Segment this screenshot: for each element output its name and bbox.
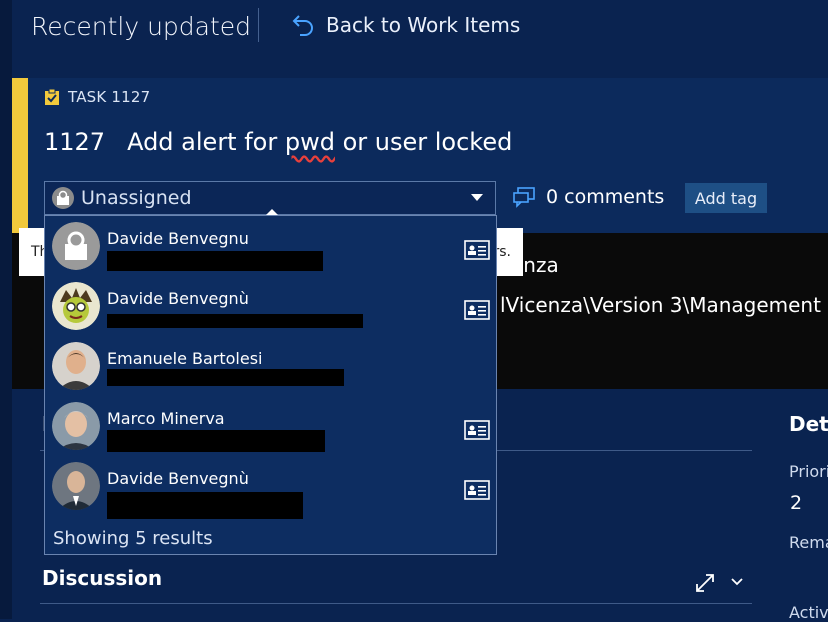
task-clipboard-icon [45, 88, 59, 105]
comments-count: 0 comments [546, 186, 665, 208]
priority-value[interactable]: 2 [790, 492, 802, 514]
cartoon-avatar [52, 282, 100, 330]
assigned-to-value: Unassigned [81, 187, 192, 209]
activity-label: Activ [789, 603, 828, 622]
results-count: Showing 5 results [53, 528, 213, 549]
page-title: Recently updated [31, 12, 252, 41]
contact-card-icon[interactable] [464, 480, 490, 500]
result-name: Emanuele Bartolesi [107, 349, 263, 368]
comments-icon [513, 187, 535, 208]
expand-icon[interactable] [694, 572, 716, 594]
discussion-divider [40, 603, 752, 604]
dropdown-result-item[interactable]: Marco Minerva [45, 396, 496, 456]
details-heading: Det [789, 412, 828, 436]
result-name: Davide Benvegnù [107, 469, 249, 488]
photo-avatar [52, 462, 100, 510]
assign-to-dropdown: Davide Benvegnu Davide Benvegnù Emanuele… [44, 215, 497, 555]
contact-card-icon[interactable] [464, 420, 490, 440]
work-item-type-label: TASK 1127 [68, 88, 151, 106]
chevron-down-icon[interactable] [730, 575, 744, 589]
comments-link[interactable]: 0 comments [512, 186, 664, 208]
contact-card-icon[interactable] [464, 240, 490, 260]
back-link-label: Back to Work Items [326, 13, 521, 37]
work-item-id: 1127 [44, 128, 106, 156]
back-to-work-items-link[interactable]: Back to Work Items [290, 12, 520, 38]
redacted-email [107, 314, 363, 328]
priority-label: Priori [789, 462, 828, 481]
redacted-email [107, 251, 323, 271]
redacted-email [107, 430, 325, 452]
dropdown-result-item[interactable]: Emanuele Bartolesi [45, 336, 496, 396]
discussion-heading: Discussion [42, 566, 163, 590]
dropdown-result-item[interactable]: Davide Benvegnù [45, 456, 496, 519]
add-tag-button[interactable]: Add tag [685, 183, 767, 213]
work-item-type: TASK 1127 [44, 88, 150, 106]
header-divider [258, 8, 259, 42]
left-gutter [0, 0, 12, 619]
photo-avatar [52, 342, 100, 390]
work-item-title[interactable]: 1127 Add alert for pwd or user locked [44, 128, 512, 156]
generic-user-icon [52, 222, 100, 270]
task-color-bar [12, 78, 28, 233]
spellcheck-flagged-word: pwd [284, 128, 335, 156]
work-item-title-text: Add alert for pwd or user locked [127, 128, 513, 156]
redacted-email [107, 369, 344, 386]
contact-card-icon[interactable] [464, 300, 490, 320]
unassigned-user-icon [52, 187, 74, 209]
redacted-email [107, 492, 303, 519]
back-arrow-icon [292, 15, 313, 36]
result-name: Davide Benvegnù [107, 289, 249, 308]
photo-avatar [52, 402, 100, 450]
result-name: Marco Minerva [107, 409, 225, 428]
result-name: Davide Benvegnu [107, 229, 249, 248]
chevron-down-icon [471, 194, 483, 201]
remaining-work-label: Rema [789, 533, 828, 552]
dropdown-result-item[interactable]: Davide Benvegnù [45, 276, 496, 336]
iteration-path-value[interactable]: lVicenza\Version 3\Management Po [500, 293, 828, 317]
dropdown-result-item[interactable]: Davide Benvegnu [45, 216, 496, 276]
